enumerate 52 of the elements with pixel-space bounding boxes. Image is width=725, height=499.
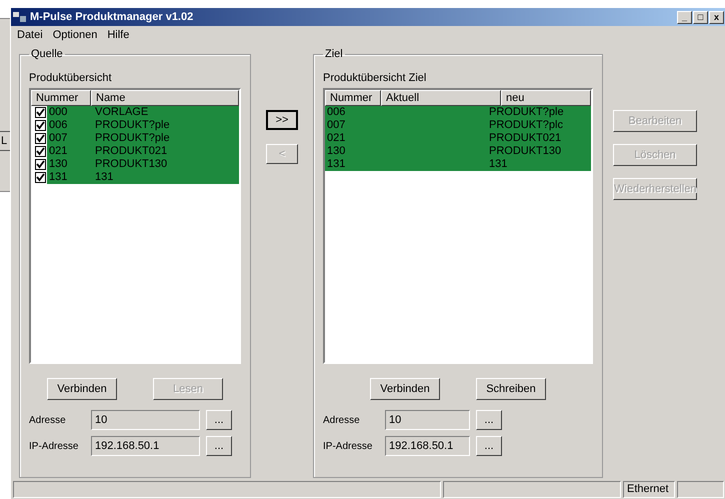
action-button[interactable]: Verbinden xyxy=(370,378,440,400)
field-label: Adresse xyxy=(323,414,361,426)
status-panel xyxy=(677,481,724,498)
menu-item[interactable]: Optionen xyxy=(52,29,98,43)
app-icon xyxy=(13,11,27,23)
input-field[interactable]: 10 xyxy=(91,410,200,430)
list-label: Produktübersicht xyxy=(29,72,113,84)
field-label: Adresse xyxy=(29,414,67,426)
list-row[interactable]: 131 131 xyxy=(325,158,591,171)
browse-button[interactable]: ... xyxy=(206,410,232,430)
menu-item[interactable]: Hilfe xyxy=(107,29,130,43)
status-panel: Ethernet xyxy=(623,481,675,498)
browse-button[interactable]: ... xyxy=(206,436,232,456)
column-header[interactable]: Name xyxy=(91,90,239,106)
field-label: IP-Adresse xyxy=(29,440,80,452)
list-row[interactable]: 131 131 xyxy=(47,171,239,184)
input-field[interactable]: 192.168.50.1 xyxy=(91,436,200,456)
list-row[interactable]: 006 PRODUKT?ple xyxy=(47,119,239,132)
checkbox[interactable] xyxy=(35,159,46,170)
window-control[interactable]: □ xyxy=(693,10,708,24)
input-field[interactable]: 192.168.50.1 xyxy=(385,436,470,456)
window-control[interactable]: x xyxy=(709,10,724,24)
list-label: Produktübersicht Ziel xyxy=(323,72,428,84)
list-row[interactable]: 007 PRODUKT?ple xyxy=(47,132,239,145)
checkbox[interactable] xyxy=(35,107,46,118)
list-row[interactable]: 021 PRODUKT021 xyxy=(47,145,239,158)
input-field[interactable]: 10 xyxy=(385,410,470,430)
menu-item[interactable]: Datei xyxy=(17,29,43,43)
column-header[interactable]: Aktuell xyxy=(381,90,501,106)
column-header[interactable]: Nummer xyxy=(325,90,381,106)
list-row[interactable]: 130 PRODUKT130 xyxy=(47,158,239,171)
column-header[interactable]: Nummer xyxy=(31,90,91,106)
group-title: Ziel xyxy=(324,48,344,60)
checkbox[interactable] xyxy=(35,146,46,157)
checkbox[interactable] xyxy=(35,172,46,183)
browse-button[interactable]: ... xyxy=(476,410,502,430)
checkbox[interactable] xyxy=(35,120,46,131)
browse-button[interactable]: ... xyxy=(476,436,502,456)
checkbox[interactable] xyxy=(35,133,46,144)
list-row[interactable]: 130 PRODUKT130 xyxy=(325,145,591,158)
list-row[interactable]: 006 PRODUKT?ple xyxy=(325,106,591,119)
list-row[interactable]: 021 PRODUKT021 xyxy=(325,132,591,145)
window-control[interactable]: _ xyxy=(677,10,692,24)
list-row[interactable]: 007 PRODUKT?plc xyxy=(325,119,591,132)
group-title: Quelle xyxy=(30,48,64,60)
column-header[interactable]: neu xyxy=(501,90,591,106)
list-row[interactable]: 000 VORLAGE xyxy=(47,106,239,119)
action-button[interactable]: Verbinden xyxy=(47,378,117,400)
window-title: M-Pulse Produktmanager v1.02 xyxy=(30,11,194,23)
transfer-button[interactable]: >> xyxy=(266,110,298,130)
field-label: IP-Adresse xyxy=(323,440,374,452)
action-button[interactable]: Schreiben xyxy=(476,378,546,400)
